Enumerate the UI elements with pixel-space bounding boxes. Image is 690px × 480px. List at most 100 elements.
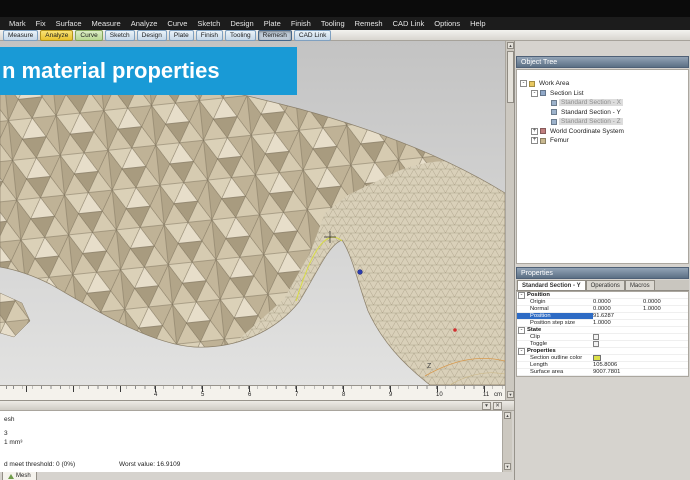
property-value[interactable]: 105.8006 (593, 362, 643, 368)
caption-text: n material properties (2, 58, 220, 83)
color-swatch-icon[interactable] (593, 355, 601, 361)
tree-item-world-coordinate-system[interactable]: + World Coordinate System (517, 127, 688, 137)
threshold-status: d meet threshold: 0 (0%) Worst value: 16… (4, 461, 180, 468)
toolbar-tab-measure[interactable]: Measure (3, 29, 39, 41)
property-value[interactable]: 91.6287 (593, 313, 643, 319)
collapse-icon[interactable]: - (518, 326, 525, 334)
menu-item-measure[interactable]: Measure (87, 19, 126, 28)
toolbar-tab-design[interactable]: Design (136, 29, 167, 41)
ruler-number: 6 (248, 392, 252, 398)
tab-macros[interactable]: Macros (624, 280, 655, 290)
property-value[interactable]: 0.0000 (593, 299, 643, 305)
tab-mesh[interactable]: Mesh (2, 472, 37, 480)
properties-tabs: Standard Section - Y Operations Macros (516, 280, 689, 291)
tab-operations[interactable]: Operations (585, 280, 625, 290)
property-row-position-step-size: Position step size 1.0000 (517, 320, 688, 327)
menu-item-remesh[interactable]: Remesh (350, 19, 388, 28)
properties-grid: - Position Origin 0.0000 0.0000 Normal 0.0000 1… (516, 291, 689, 377)
menu-bar: Mark Fix Surface Measure Analyze Curve Sketch D… (0, 17, 690, 30)
tree-item-standard-section-z[interactable]: Standard Section - Z (517, 117, 688, 127)
scrollbar-thumb[interactable] (507, 51, 514, 103)
stats-panel-content: d meet threshold: 0 (0%) Worst value: 16… (0, 411, 502, 472)
ruler-number: 9 (389, 392, 393, 398)
menu-item-design[interactable]: Design (225, 19, 258, 28)
section-icon (551, 118, 557, 125)
property-value[interactable] (593, 355, 643, 361)
toolbar-tab-analyze[interactable]: Analyze (40, 29, 74, 41)
collapse-icon[interactable]: - (520, 80, 527, 88)
expand-icon[interactable]: + (531, 137, 538, 145)
collapse-icon[interactable]: - (518, 347, 525, 355)
tree-item-standard-section-y[interactable]: Standard Section - Y (517, 108, 688, 118)
stats-line: 1 mm³ (4, 439, 23, 446)
group-label: State (527, 327, 542, 333)
toolbar-tab-finish[interactable]: Finish (195, 29, 224, 41)
menu-item-cad-link[interactable]: CAD Link (388, 19, 430, 28)
toolbar-tab-plate[interactable]: Plate (168, 29, 194, 41)
menu-item-mark[interactable]: Mark (4, 19, 31, 28)
tab-standard-section-y[interactable]: Standard Section - Y (517, 280, 586, 290)
viewport-scrollbar[interactable]: ▲ ▼ (505, 41, 514, 400)
tree-item-femur[interactable]: + Femur (517, 136, 688, 146)
vertex-marker (357, 269, 363, 275)
toolbar-tab-sketch[interactable]: Sketch (104, 29, 135, 41)
menu-item-curve[interactable]: Curve (162, 19, 192, 28)
toolbar-tab-tooling[interactable]: Tooling (225, 29, 256, 41)
scroll-up-icon[interactable]: ▲ (507, 42, 514, 49)
collapse-icon[interactable]: - (518, 291, 525, 299)
ruler-number: 7 (295, 392, 299, 398)
property-value[interactable]: 1.0000 (593, 320, 643, 326)
menu-item-finish[interactable]: Finish (286, 19, 316, 28)
toolbar-tab-cad-link[interactable]: CAD Link (293, 29, 332, 41)
close-icon[interactable]: ✕ (493, 401, 502, 410)
menu-item-analyze[interactable]: Analyze (126, 19, 163, 28)
tree-item-work-area[interactable]: - Work Area (517, 79, 688, 89)
menu-item-surface[interactable]: Surface (51, 19, 87, 28)
property-row-normal: Normal 0.0000 1.0000 (517, 306, 688, 313)
toolbar-tab-curve[interactable]: Curve (75, 29, 103, 41)
scroll-down-icon[interactable]: ▼ (507, 391, 514, 398)
property-value-2[interactable]: 0.0000 (643, 299, 688, 305)
tree-item-label: Standard Section - Y (561, 108, 621, 116)
property-value[interactable]: 9007.7801 (593, 369, 643, 375)
menu-item-sketch[interactable]: Sketch (192, 19, 225, 28)
property-value[interactable] (593, 334, 643, 340)
coordinate-system-icon (540, 128, 546, 135)
scroll-down-icon[interactable]: ▼ (504, 463, 511, 470)
mesh-icon (540, 137, 546, 144)
stats-scrollbar[interactable]: ▲ ▼ (502, 411, 512, 472)
checkbox-icon[interactable] (593, 334, 599, 340)
properties-header: Properties (516, 267, 689, 279)
ruler: 4 5 6 7 8 9 10 11 cm (0, 385, 505, 400)
expand-icon[interactable]: + (531, 127, 538, 135)
section-icon (551, 109, 557, 116)
menu-item-help[interactable]: Help (465, 19, 490, 28)
scroll-up-icon[interactable]: ▲ (504, 412, 511, 419)
section-list-icon (540, 90, 546, 97)
toolbar-tab-remesh[interactable]: Remesh (257, 29, 292, 41)
menu-item-plate[interactable]: Plate (259, 19, 286, 28)
property-value[interactable]: 0.0000 (593, 306, 643, 312)
property-label: Clip (530, 334, 540, 340)
property-row-state: - State (517, 326, 688, 334)
chevron-down-icon[interactable]: ▾ (482, 401, 491, 410)
collapse-icon[interactable]: - (531, 89, 538, 97)
property-value-2[interactable]: 1.0000 (643, 306, 688, 312)
menu-item-tooling[interactable]: Tooling (316, 19, 350, 28)
tree-item-label: Section List (550, 89, 584, 97)
tree-item-label: Standard Section - X (559, 99, 623, 107)
property-row-position: Position 91.6287 (517, 313, 688, 320)
right-panel: Object Tree - Work Area - Section List Stand… (514, 41, 690, 480)
property-value[interactable] (593, 341, 643, 347)
tree-item-standard-section-x[interactable]: Standard Section - X (517, 98, 688, 108)
section-icon (551, 99, 557, 106)
ruler-number: 4 (154, 392, 158, 398)
menu-item-options[interactable]: Options (429, 19, 465, 28)
group-label: Properties (527, 348, 556, 354)
menu-item-fix[interactable]: Fix (31, 19, 51, 28)
ruler-major-ticks (0, 386, 505, 392)
checkbox-icon[interactable] (593, 341, 599, 347)
object-tree-header: Object Tree (516, 56, 689, 68)
mesh-icon (8, 473, 14, 479)
tree-item-section-list[interactable]: - Section List (517, 89, 688, 99)
